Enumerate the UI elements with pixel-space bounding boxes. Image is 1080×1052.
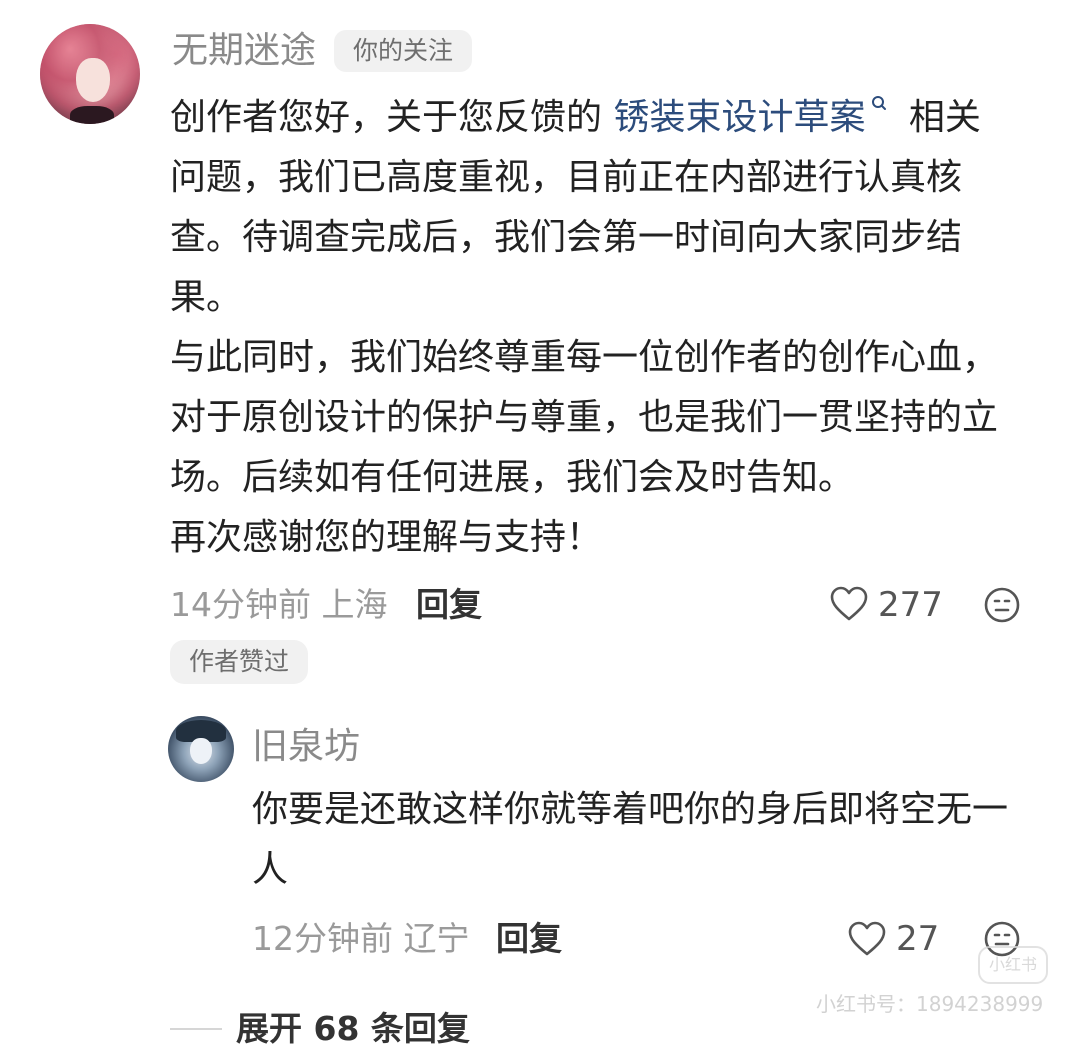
follow-badge: 你的关注 <box>334 30 472 72</box>
reply-avatar[interactable] <box>168 716 234 782</box>
design-draft-link[interactable]: 锈装束设计草案 <box>613 97 865 138</box>
expand-replies-button[interactable]: 展开 68 条回复 <box>236 1006 470 1052</box>
watermark-logo: 小红书 <box>978 946 1048 984</box>
comment-time: 14分钟前 <box>170 585 311 624</box>
reply-time: 12分钟前 <box>252 919 393 958</box>
avatar-collar <box>70 106 114 124</box>
like-count: 277 <box>878 585 943 625</box>
search-icon[interactable] <box>869 94 889 116</box>
comment-paragraph-2: 与此同时，我们始终尊重每一位创作者的创作心血，对于原创设计的保护与尊重，也是我们… <box>170 337 999 498</box>
reply-text: 你要是还敢这样你就等着吧你的身后即将空无一人 <box>252 789 1009 890</box>
watermark-id: 小红书号：1894238999 <box>816 992 1044 1016</box>
reply-like-count: 27 <box>896 919 940 959</box>
reply-username[interactable]: 旧泉坊 <box>252 722 360 772</box>
comment-location: 上海 <box>321 585 388 624</box>
avatar[interactable] <box>40 24 140 124</box>
avatar-face <box>190 738 212 764</box>
comment-paragraph-1: 创作者您好，关于您反馈的 锈装束设计草案 相关问题，我们已高度重视，目前正在内部… <box>170 88 1016 328</box>
reply-location: 辽宁 <box>403 919 470 958</box>
neutral-face-icon[interactable] <box>983 586 1021 624</box>
reply-meta: 12分钟前 辽宁 <box>252 914 470 964</box>
comment-text-start: 创作者您好，关于您反馈的 <box>170 97 614 138</box>
avatar-face <box>76 58 110 102</box>
comment-username[interactable]: 无期迷途 <box>172 26 316 76</box>
comment-paragraph-3: 再次感谢您的理解与支持！ <box>170 517 603 558</box>
comment-text: 创作者您好，关于您反馈的 锈装束设计草案 相关问题，我们已高度重视，目前正在内部… <box>170 88 1016 568</box>
divider <box>170 1028 222 1030</box>
heart-outline-icon[interactable] <box>848 921 886 957</box>
author-liked-badge: 作者赞过 <box>170 640 308 684</box>
comment-meta: 14分钟前 上海 <box>170 580 388 630</box>
reply-button[interactable]: 回复 <box>496 914 562 964</box>
reply-button[interactable]: 回复 <box>416 580 482 630</box>
heart-outline-icon[interactable] <box>830 586 868 622</box>
